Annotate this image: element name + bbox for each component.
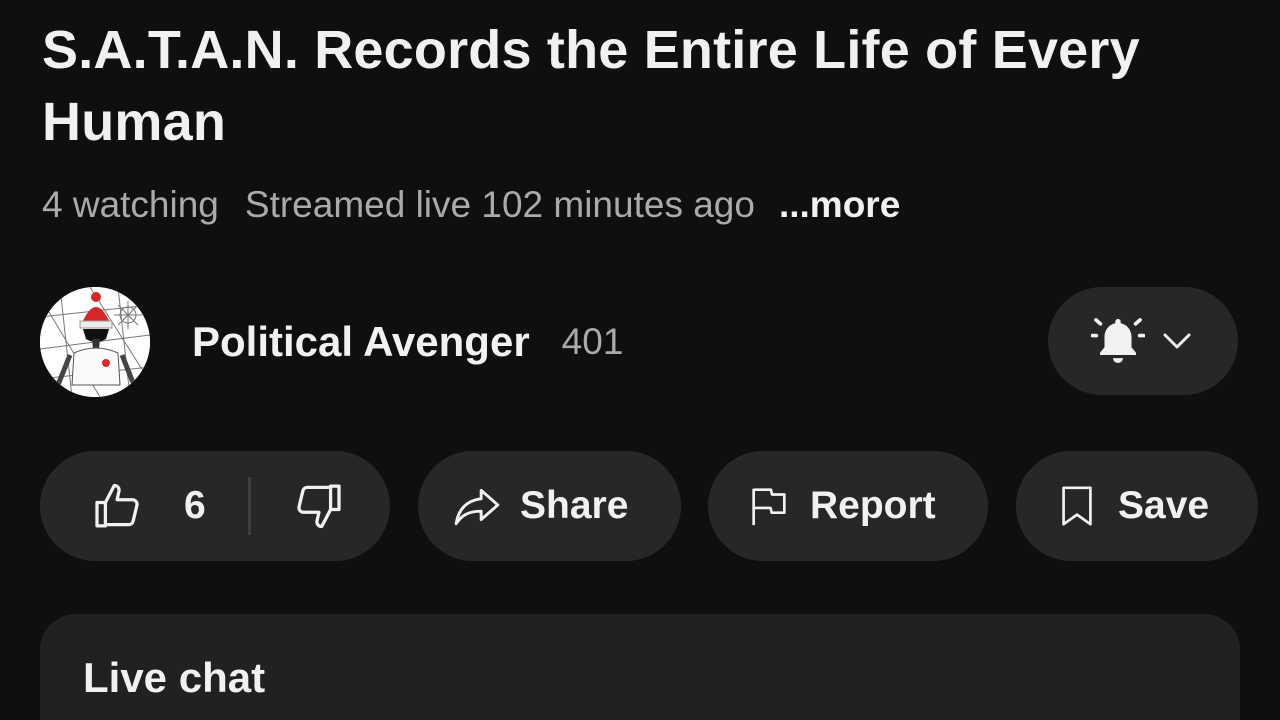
like-dislike-group: 6 [40,451,390,561]
thumbs-up-icon [95,483,139,528]
stream-time: Streamed live 102 minutes ago [244,184,755,225]
flag-icon [752,488,786,526]
report-label: Report [810,484,936,527]
share-icon [454,488,500,526]
watching-count: 4 watching [42,184,219,225]
video-title: S.A.T.A.N. Records the Entire Life of Ev… [42,20,1140,152]
notification-subscribe-button[interactable] [1048,287,1238,395]
live-chat-card[interactable]: Live chat [40,614,1240,720]
video-meta[interactable]: 4 watching Streamed live 102 minutes ago… [42,182,900,228]
divider [248,477,251,535]
channel-name[interactable]: Political Avenger [192,318,530,366]
avatar[interactable] [40,287,150,397]
chevron-down-icon [1163,333,1191,349]
save-label: Save [1118,484,1210,527]
report-button[interactable]: Report [708,451,988,561]
save-button[interactable]: Save [1016,451,1258,561]
action-bar: 6 Share Report Save [40,451,1270,561]
more-link[interactable]: ...more [779,182,900,228]
like-button[interactable]: 6 [40,451,206,561]
thumbs-down-icon [297,484,341,529]
avatar-image [40,287,150,397]
live-chat-title: Live chat [83,654,266,701]
share-button[interactable]: Share [418,451,681,561]
video-details-page: S.A.T.A.N. Records the Entire Life of Ev… [0,0,1280,720]
subscriber-count: 401 [561,321,624,362]
bookmark-icon [1062,486,1092,526]
share-label: Share [520,484,629,527]
like-count: 6 [184,484,206,527]
dislike-button[interactable] [290,451,346,561]
bell-icon [1091,318,1145,364]
